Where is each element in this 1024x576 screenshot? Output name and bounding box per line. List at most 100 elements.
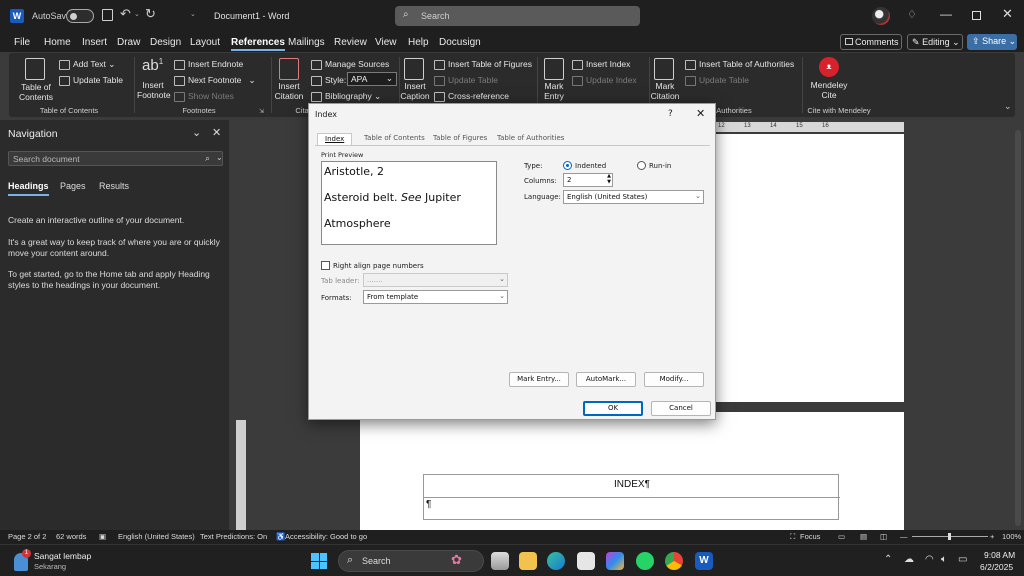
zoom-slider[interactable] bbox=[912, 533, 988, 540]
clock-date[interactable]: 6/2/2025 bbox=[980, 562, 1013, 572]
whatsapp-icon[interactable] bbox=[636, 552, 654, 570]
cloud-icon[interactable]: ☁ bbox=[904, 554, 914, 565]
cancel-button[interactable]: Cancel bbox=[651, 401, 711, 416]
microsoft-store-icon[interactable] bbox=[577, 552, 595, 570]
mendeley-cite-button[interactable]: Mendeley Cite bbox=[809, 80, 849, 100]
restore-icon[interactable] bbox=[972, 11, 981, 20]
tab-docusign[interactable]: Docusign bbox=[439, 37, 481, 48]
page-2[interactable]: INDEX¶ ¶ bbox=[360, 412, 904, 530]
language-dropdown[interactable]: English (United States) ⌄ bbox=[563, 190, 704, 204]
modify-button[interactable]: Modify... bbox=[644, 372, 704, 387]
insert-endnote-button[interactable]: Insert Endnote bbox=[174, 59, 243, 70]
autosave-toggle[interactable] bbox=[66, 9, 94, 23]
comments-button[interactable]: Comments bbox=[840, 34, 902, 50]
chrome-icon[interactable] bbox=[665, 552, 683, 570]
table-of-contents-button[interactable]: Table of Contents bbox=[13, 82, 59, 102]
weather-widget[interactable]: 1 Sangat lembap Sekarang bbox=[10, 549, 130, 573]
update-table-button[interactable]: Update Table bbox=[59, 75, 123, 86]
columns-spinner[interactable]: 2 ▲ ▼ bbox=[563, 173, 613, 187]
show-hidden-icons-icon[interactable]: ⌃ bbox=[884, 554, 892, 565]
update-table-figures-button[interactable]: Update Table bbox=[434, 75, 498, 86]
save-icon[interactable] bbox=[102, 9, 113, 21]
tab-insert[interactable]: Insert bbox=[82, 37, 107, 48]
user-avatar[interactable] bbox=[872, 7, 890, 25]
add-text-button[interactable]: Add Text ⌄ bbox=[59, 59, 115, 70]
vertical-scrollbar[interactable] bbox=[1015, 130, 1021, 526]
nav-options-chevron-icon[interactable]: ⌄ bbox=[192, 126, 201, 139]
focus-icon[interactable]: ⛶ bbox=[790, 532, 795, 542]
insert-table-of-figures-button[interactable]: Insert Table of Figures bbox=[434, 59, 532, 70]
language-status[interactable]: English (United States) bbox=[118, 532, 195, 541]
word-count[interactable]: 62 words bbox=[56, 532, 86, 541]
web-layout-icon[interactable]: ◫ bbox=[880, 532, 887, 541]
insert-table-of-authorities-button[interactable]: Insert Table of Authorities bbox=[685, 59, 794, 70]
horizontal-ruler[interactable]: 12 13 14 15 16 bbox=[706, 122, 904, 132]
minimize-icon[interactable]: — bbox=[940, 7, 952, 21]
battery-icon[interactable]: ▭ bbox=[958, 554, 967, 565]
file-explorer-icon[interactable] bbox=[519, 552, 537, 570]
edge-icon[interactable] bbox=[547, 552, 565, 570]
update-table-authorities-button[interactable]: Update Table bbox=[685, 75, 749, 86]
vertical-ruler[interactable] bbox=[236, 420, 246, 530]
focus-label[interactable]: Focus bbox=[800, 532, 820, 541]
ok-button[interactable]: OK bbox=[583, 401, 643, 416]
chevron-down-icon[interactable]: ⌄ bbox=[216, 153, 223, 162]
nav-tab-results[interactable]: Results bbox=[99, 181, 129, 191]
dialog-tab-table-of-contents[interactable]: Table of Contents bbox=[357, 133, 432, 145]
tab-design[interactable]: Design bbox=[150, 37, 181, 48]
tab-draw[interactable]: Draw bbox=[117, 37, 140, 48]
insert-footnote-button[interactable]: Insert Footnote bbox=[137, 80, 171, 100]
insert-caption-button[interactable]: Insert Caption bbox=[399, 81, 431, 101]
dialog-tab-index[interactable]: Index bbox=[317, 133, 353, 145]
text-predictions-status[interactable]: Text Predictions: On bbox=[200, 532, 267, 541]
automark-button[interactable]: AutoMark... bbox=[576, 372, 636, 387]
tab-help[interactable]: Help bbox=[408, 37, 429, 48]
taskbar-search[interactable]: ⌕ Search ✿ bbox=[338, 550, 484, 572]
mark-citation-button[interactable]: Mark Citation bbox=[649, 81, 681, 101]
share-button[interactable]: ⇪ Share ⌄ bbox=[967, 34, 1017, 50]
update-index-button[interactable]: Update Index bbox=[572, 75, 637, 86]
close-window-icon[interactable]: ✕ bbox=[1002, 6, 1013, 22]
mark-entry-dialog-button[interactable]: Mark Entry... bbox=[509, 372, 569, 387]
clock-time[interactable]: 9:08 AM bbox=[984, 550, 1015, 560]
search-document-input[interactable]: Search document ⌕ ⌄ bbox=[8, 151, 223, 166]
tab-layout[interactable]: Layout bbox=[190, 37, 220, 48]
task-view-icon[interactable] bbox=[491, 552, 509, 570]
tab-file[interactable]: File bbox=[14, 37, 30, 48]
insert-citation-button[interactable]: Insert Citation bbox=[272, 81, 306, 101]
tab-review[interactable]: Review bbox=[334, 37, 367, 48]
mark-entry-button[interactable]: Mark Entry bbox=[541, 81, 567, 101]
proofing-icon[interactable]: ▣ bbox=[99, 532, 106, 541]
undo-dropdown-icon[interactable]: ⌄ bbox=[134, 10, 140, 18]
dialog-tab-table-of-authorities[interactable]: Table of Authorities bbox=[490, 133, 571, 145]
page-count[interactable]: Page 2 of 2 bbox=[8, 532, 46, 541]
zoom-level[interactable]: 100% bbox=[1002, 532, 1021, 541]
manage-sources-button[interactable]: Manage Sources bbox=[311, 59, 389, 70]
tab-references[interactable]: References bbox=[231, 37, 285, 51]
redo-icon[interactable]: ↻ bbox=[145, 6, 156, 22]
tab-view[interactable]: View bbox=[375, 37, 397, 48]
lightbulb-icon[interactable]: ♢ bbox=[907, 8, 917, 21]
footnotes-dialog-launcher-icon[interactable]: ⇲ bbox=[259, 108, 264, 115]
collapse-ribbon-icon[interactable]: ⌄ bbox=[1004, 101, 1012, 112]
nav-tab-pages[interactable]: Pages bbox=[60, 181, 86, 191]
print-layout-icon[interactable]: ▤ bbox=[860, 532, 867, 541]
zoom-out-icon[interactable]: — bbox=[900, 532, 908, 541]
search-box[interactable]: ⌕ Search bbox=[395, 6, 640, 26]
copilot-icon[interactable] bbox=[606, 552, 624, 570]
dialog-close-icon[interactable]: ✕ bbox=[696, 107, 705, 120]
editing-mode-button[interactable]: ✎ Editing ⌄ bbox=[907, 34, 963, 50]
nav-close-icon[interactable]: ✕ bbox=[212, 126, 221, 139]
spin-down-icon[interactable]: ▼ bbox=[607, 179, 611, 185]
tab-mailings[interactable]: Mailings bbox=[288, 37, 325, 48]
radio-indented[interactable] bbox=[563, 161, 572, 170]
show-notes-button[interactable]: Show Notes bbox=[174, 91, 234, 102]
dialog-help-button[interactable]: ? bbox=[668, 109, 673, 119]
word-taskbar-icon[interactable]: W bbox=[695, 552, 713, 570]
nav-tab-headings[interactable]: Headings bbox=[8, 181, 49, 196]
dialog-tab-table-of-figures[interactable]: Table of Figures bbox=[426, 133, 494, 145]
index-table[interactable]: INDEX¶ ¶ bbox=[423, 474, 840, 520]
undo-icon[interactable]: ↶ bbox=[120, 6, 131, 22]
right-align-checkbox[interactable] bbox=[321, 261, 330, 270]
volume-icon[interactable]: 🔈︎ bbox=[941, 554, 947, 565]
